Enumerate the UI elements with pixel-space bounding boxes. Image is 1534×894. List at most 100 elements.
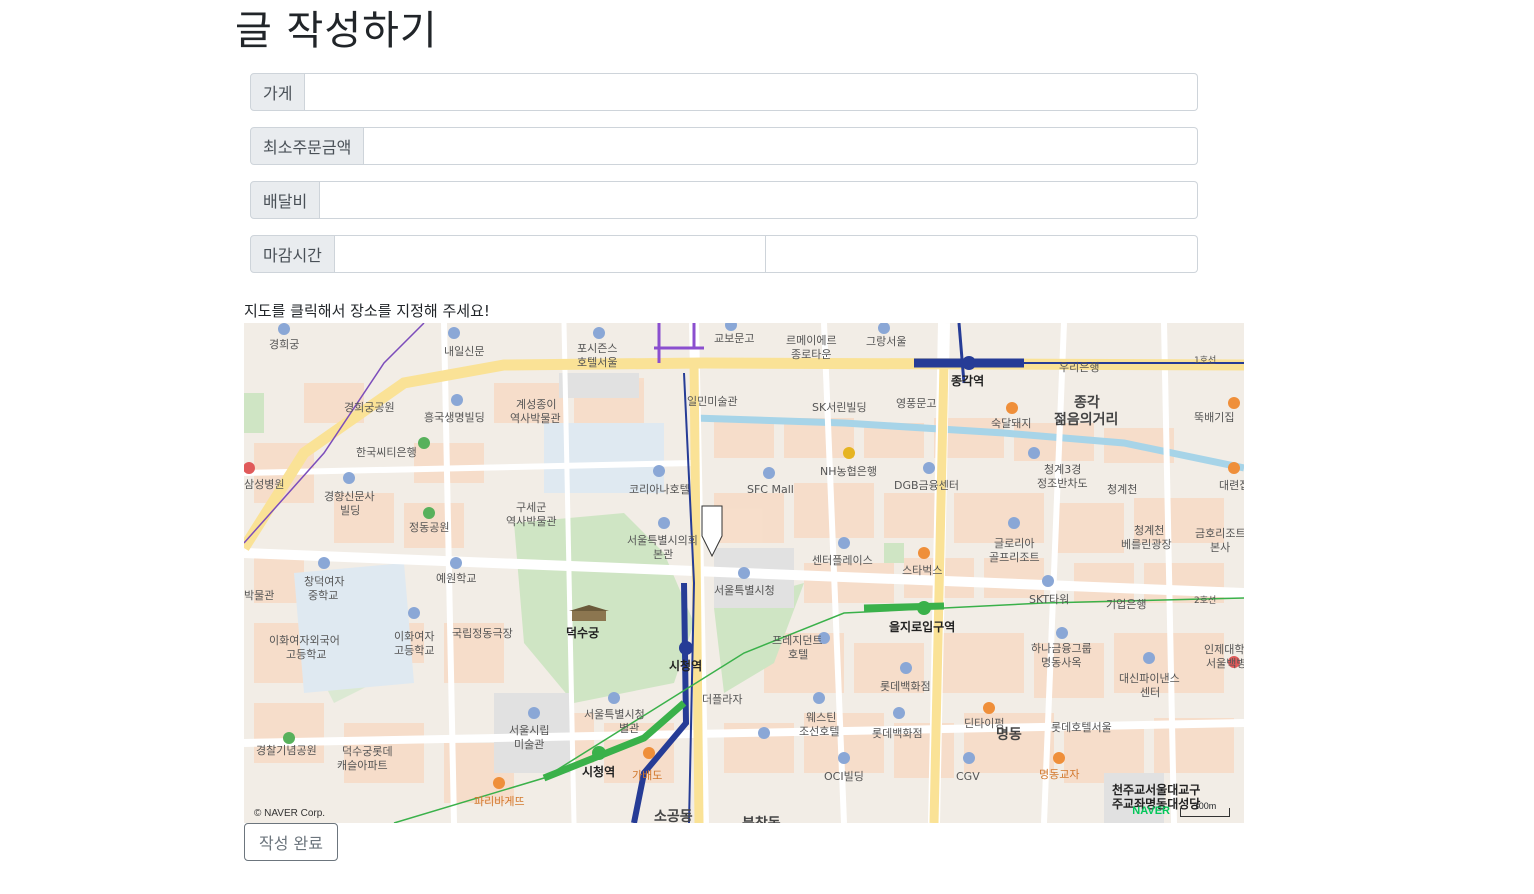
map-scale-label: 100m bbox=[1193, 801, 1217, 811]
svg-text:정조반차도: 정조반차도 bbox=[1037, 477, 1088, 490]
page-title: 글 작성하기 bbox=[235, 8, 438, 54]
svg-text:천주교서울대교구: 천주교서울대교구 bbox=[1112, 782, 1200, 797]
svg-text:대신파이낸스: 대신파이낸스 bbox=[1119, 672, 1180, 685]
svg-text:가배도: 가배도 bbox=[632, 769, 662, 782]
svg-text:청계천: 청계천 bbox=[1107, 482, 1137, 496]
svg-text:명동사옥: 명동사옥 bbox=[1041, 656, 1081, 669]
svg-text:조선호텔: 조선호텔 bbox=[799, 725, 839, 738]
svg-text:SKT타워: SKT타워 bbox=[1029, 593, 1069, 606]
delivery-fee-label: 배달비 bbox=[250, 181, 321, 219]
svg-text:파리바게뜨: 파리바게뜨 bbox=[474, 795, 525, 808]
svg-text:서울특별시의회: 서울특별시의회 bbox=[627, 534, 698, 547]
svg-text:센터플레이스: 센터플레이스 bbox=[812, 554, 873, 567]
deadline-date-input[interactable] bbox=[334, 235, 767, 273]
svg-text:역사박물관: 역사박물관 bbox=[510, 412, 561, 425]
svg-text:베를린광장: 베를린광장 bbox=[1121, 538, 1172, 551]
svg-text:경희궁공원: 경희궁공원 bbox=[344, 401, 395, 414]
svg-text:센터: 센터 bbox=[1140, 686, 1160, 699]
svg-text:OCI빌딩: OCI빌딩 bbox=[824, 770, 864, 783]
svg-text:서울특별시청: 서울특별시청 bbox=[584, 708, 645, 721]
svg-text:북창동: 북창동 bbox=[742, 815, 781, 823]
svg-text:구세군: 구세군 bbox=[516, 501, 546, 514]
svg-text:시청역: 시청역 bbox=[669, 658, 702, 673]
deadline-label: 마감시간 bbox=[250, 235, 335, 273]
svg-text:롯데백화점: 롯데백화점 bbox=[872, 727, 923, 740]
svg-text:종각역: 종각역 bbox=[951, 373, 984, 388]
svg-text:고등학교: 고등학교 bbox=[394, 644, 434, 657]
delivery-fee-input-group: 배달비 bbox=[250, 181, 1198, 219]
svg-text:영풍문고: 영풍문고 bbox=[896, 397, 936, 410]
svg-text:이화여자: 이화여자 bbox=[394, 630, 434, 643]
svg-text:별관: 별관 bbox=[619, 722, 639, 735]
svg-text:청계3경: 청계3경 bbox=[1044, 463, 1081, 476]
svg-text:SK서린빌딩: SK서린빌딩 bbox=[812, 401, 867, 414]
svg-text:계성종이: 계성종이 bbox=[516, 398, 556, 411]
svg-text:캐슬아파트: 캐슬아파트 bbox=[337, 759, 388, 772]
location-map[interactable]: 경희궁 내일신문 포시즌스 호텔서울 교보문고 르메이에르 종로타운 그랑서울 … bbox=[244, 323, 1244, 823]
svg-text:NH농협은행: NH농협은행 bbox=[820, 465, 877, 478]
svg-text:박물관: 박물관 bbox=[244, 589, 274, 602]
svg-text:웨스틴: 웨스틴 bbox=[806, 711, 836, 724]
svg-text:종로타운: 종로타운 bbox=[791, 348, 831, 361]
min-order-input[interactable] bbox=[364, 127, 1198, 165]
svg-text:경향신문사: 경향신문사 bbox=[324, 490, 375, 503]
svg-text:시청역: 시청역 bbox=[582, 764, 615, 779]
map-scale: 100m bbox=[1180, 802, 1230, 817]
svg-text:기업은행: 기업은행 bbox=[1106, 598, 1146, 611]
svg-text:빌딩: 빌딩 bbox=[340, 504, 360, 517]
deadline-input-group: 마감시간 bbox=[250, 235, 1199, 273]
deadline-time-input[interactable] bbox=[766, 235, 1199, 273]
svg-text:젊음의거리: 젊음의거리 bbox=[1054, 411, 1118, 428]
map-canvas[interactable]: 경희궁 내일신문 포시즌스 호텔서울 교보문고 르메이에르 종로타운 그랑서울 … bbox=[244, 323, 1244, 823]
svg-text:삼성병원: 삼성병원 bbox=[244, 478, 284, 491]
svg-text:국립정동극장: 국립정동극장 bbox=[452, 627, 513, 640]
svg-text:덕수궁: 덕수궁 bbox=[566, 625, 599, 640]
svg-text:금호리조트: 금호리조트 bbox=[1195, 527, 1244, 540]
svg-text:명동교자: 명동교자 bbox=[1039, 768, 1079, 781]
svg-text:중학교: 중학교 bbox=[308, 589, 338, 602]
svg-text:우리은행: 우리은행 bbox=[1059, 361, 1099, 374]
svg-text:경찰기념공원: 경찰기념공원 bbox=[256, 744, 317, 757]
svg-text:본관: 본관 bbox=[653, 548, 673, 561]
svg-text:본사: 본사 bbox=[1210, 541, 1230, 554]
svg-text:숙달돼지: 숙달돼지 bbox=[991, 417, 1031, 430]
svg-text:한국씨티은행: 한국씨티은행 bbox=[356, 446, 417, 459]
svg-text:역사박물관: 역사박물관 bbox=[506, 515, 557, 528]
svg-text:프레지던트: 프레지던트 bbox=[772, 634, 823, 647]
svg-text:명동: 명동 bbox=[996, 726, 1022, 743]
svg-text:호텔: 호텔 bbox=[788, 648, 808, 661]
submit-button[interactable]: 작성 완료 bbox=[244, 823, 338, 861]
svg-text:코리아나호텔: 코리아나호텔 bbox=[629, 483, 690, 496]
svg-text:스타벅스: 스타벅스 bbox=[902, 564, 942, 577]
svg-text:정동공원: 정동공원 bbox=[409, 521, 449, 534]
store-input-group: 가게 bbox=[250, 73, 1198, 111]
svg-text:경희궁: 경희궁 bbox=[269, 338, 299, 351]
svg-text:포시즌스: 포시즌스 bbox=[577, 342, 617, 355]
svg-text:종각: 종각 bbox=[1074, 394, 1100, 411]
svg-text:서울특별시청: 서울특별시청 bbox=[714, 584, 775, 597]
delivery-fee-input[interactable] bbox=[320, 181, 1198, 219]
svg-text:뚝배기집: 뚝배기집 bbox=[1194, 411, 1234, 424]
svg-text:소공동: 소공동 bbox=[654, 809, 693, 823]
svg-text:CGV: CGV bbox=[956, 770, 980, 783]
svg-text:고등학교: 고등학교 bbox=[286, 648, 326, 661]
svg-text:1호선: 1호선 bbox=[1194, 355, 1216, 366]
svg-text:SFC Mall: SFC Mall bbox=[747, 483, 794, 496]
svg-text:창덕여자: 창덕여자 bbox=[304, 575, 344, 588]
store-input[interactable] bbox=[305, 73, 1198, 111]
svg-text:을지로입구역: 을지로입구역 bbox=[889, 619, 955, 634]
naver-logo: NAVER bbox=[1132, 805, 1170, 817]
svg-text:골프리조트: 골프리조트 bbox=[989, 551, 1040, 564]
svg-text:대련집: 대련집 bbox=[1219, 479, 1244, 492]
svg-text:2호선: 2호선 bbox=[1194, 595, 1216, 606]
svg-text:인제대학: 인제대학 bbox=[1204, 643, 1244, 656]
svg-text:하나금융그룹: 하나금융그룹 bbox=[1031, 641, 1092, 655]
map-hint: 지도를 클릭해서 장소를 지정해 주세요! bbox=[244, 302, 490, 320]
svg-text:청계천: 청계천 bbox=[1134, 523, 1164, 537]
svg-text:롯데호텔서울: 롯데호텔서울 bbox=[1051, 721, 1112, 734]
svg-text:일민미술관: 일민미술관 bbox=[687, 394, 738, 408]
svg-text:흥국생명빌딩: 흥국생명빌딩 bbox=[424, 410, 485, 424]
svg-text:미술관: 미술관 bbox=[514, 738, 544, 751]
svg-text:서울시립: 서울시립 bbox=[509, 724, 549, 737]
svg-text:그랑서울: 그랑서울 bbox=[866, 335, 906, 348]
